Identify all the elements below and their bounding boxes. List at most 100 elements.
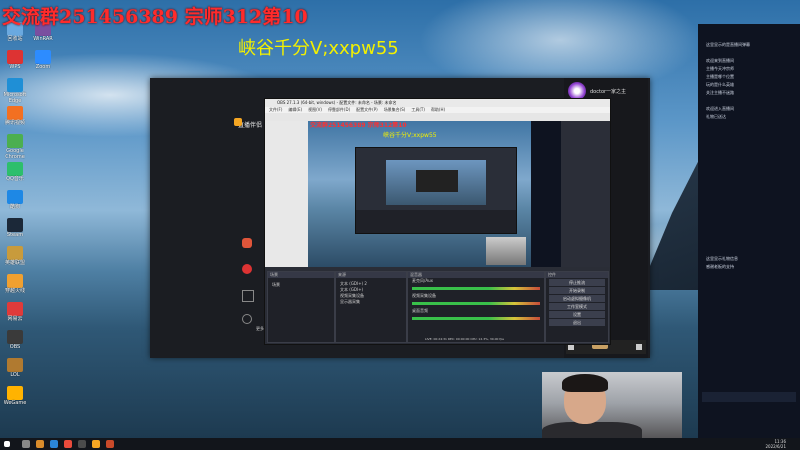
- panel-footer-bar: [702, 392, 796, 402]
- search-icon[interactable]: [242, 314, 252, 324]
- source-item[interactable]: 显示器采集: [340, 299, 360, 305]
- studio-mode-button[interactable]: 工作室模式: [549, 303, 605, 310]
- app-icon: [7, 302, 23, 316]
- app-icon: [7, 274, 23, 288]
- controls-dock-title: 控件: [546, 272, 608, 278]
- stop-stream-button[interactable]: 停止推流: [549, 279, 605, 286]
- preview-overlay-title: 交流群251456389 宗师312第10: [310, 122, 407, 129]
- desktop-icon-label: QQ音乐: [6, 176, 24, 182]
- more-label[interactable]: 更多: [256, 326, 264, 332]
- desktop-icon[interactable]: Zoom: [30, 50, 56, 86]
- app-icon: [7, 386, 23, 400]
- exit-button[interactable]: 退出: [549, 319, 605, 326]
- controls-dock[interactable]: 控件 停止推流 开始录制 启动虚拟摄像机 工作室模式 设置 退出: [545, 271, 609, 343]
- nested-chat-panel: [531, 121, 561, 267]
- edge-icon[interactable]: [50, 440, 58, 448]
- desktop-icon-label: Google Chrome: [5, 148, 25, 160]
- desktop-icon-label: 回收站: [7, 36, 23, 42]
- obs-menu-item[interactable]: 编辑(E): [288, 107, 302, 112]
- app-icon: [7, 330, 23, 344]
- obs-status-bar: LIVE: 00:24:31 REC: 00:00:00 CPU: 12.3%,…: [425, 337, 504, 341]
- mixer-meter[interactable]: [412, 302, 540, 305]
- virtual-camera-button[interactable]: 启动虚拟摄像机: [549, 295, 605, 302]
- app-icon[interactable]: [64, 440, 72, 448]
- gift-info-line: 这里显示礼物信息: [706, 256, 738, 261]
- mixer-meter[interactable]: [412, 317, 540, 320]
- danmaku-line: 主播今天冲宗师: [706, 66, 734, 71]
- obs-window[interactable]: OBS 27.1.3 (64-bit, windows) - 配置文件: 未命名…: [264, 98, 611, 345]
- obs-taskbar-icon[interactable]: [78, 440, 86, 448]
- desktop-icon-label: 穿越火线: [4, 288, 25, 294]
- danmaku-line: 主播是哪个位置: [706, 74, 734, 79]
- danmaku-panel[interactable]: 这里显示的是直播间弹幕 欢迎来到直播间 主播今天冲宗师 主播是哪个位置 玩的是什么英雄关…: [698, 24, 800, 438]
- mixer-dock[interactable]: 混音器 麦克风/Aux 视频采集设备 桌面音频: [407, 271, 545, 343]
- desktop-icon-label: WPS: [9, 64, 21, 70]
- record-icon[interactable]: [242, 264, 252, 274]
- stream-overlay-subtitle: 峡谷千分V;xxpw55: [238, 38, 399, 59]
- obs-menu-item[interactable]: 视图(V): [308, 107, 322, 112]
- webcam-person-hair: [562, 374, 608, 392]
- sources-dock[interactable]: 来源 文本 (GDI+) 2 文本 (GDI+) 视频采集设备 显示器采集: [335, 271, 407, 343]
- obs-titlebar: OBS 27.1.3 (64-bit, windows) - 配置文件: 未命名…: [265, 99, 610, 107]
- app-icon: [7, 218, 23, 232]
- obs-menu-item[interactable]: 工具(T): [411, 107, 425, 112]
- live-icon[interactable]: [242, 238, 252, 248]
- nested-webcam: [486, 237, 526, 265]
- app-icon: [7, 162, 23, 176]
- mixer-meter[interactable]: [412, 287, 540, 290]
- obs-menu-item[interactable]: 帮助(H): [431, 107, 445, 112]
- app-icon[interactable]: [106, 440, 114, 448]
- mixer-channel-label: 桌面音频: [412, 308, 428, 313]
- start-icon[interactable]: [4, 441, 10, 447]
- start-recording-button[interactable]: 开始录制: [549, 287, 605, 294]
- grid-icon[interactable]: [242, 290, 254, 302]
- obs-menu-item[interactable]: 场景集合(S): [384, 107, 406, 112]
- app-icon: [35, 50, 51, 64]
- scenes-dock-title: 场景: [268, 272, 334, 278]
- nested-preview: [355, 147, 517, 234]
- taskbar: 11:36 2022/6/21: [0, 438, 800, 450]
- system-clock[interactable]: 11:36 2022/6/21: [765, 439, 786, 449]
- obs-menu-item[interactable]: 文件(F): [269, 107, 282, 112]
- desktop-icon-label: WeGame: [3, 400, 27, 406]
- danmaku-line: 礼物已送达: [706, 114, 726, 119]
- mixer-channel-label: 视频采集设备: [412, 293, 436, 298]
- file-explorer-icon[interactable]: [36, 440, 44, 448]
- sources-dock-title: 来源: [336, 272, 406, 278]
- desktop-icon-label: LOL: [10, 372, 20, 378]
- app-icon: [7, 50, 23, 64]
- obs-menu-item[interactable]: 停靠部件(D): [328, 107, 350, 112]
- settings-button[interactable]: 设置: [549, 311, 605, 318]
- desktop-icon[interactable]: WeGame: [2, 386, 28, 422]
- nested-dock: [356, 210, 516, 233]
- nested-preview-inner: [416, 170, 458, 192]
- mixer-channel-label: 麦克风/Aux: [412, 278, 433, 283]
- clock-date: 2022/6/21: [765, 444, 786, 449]
- danmaku-line: 这里显示的是直播间弹幕: [706, 42, 750, 47]
- live-app-taskbar-icon[interactable]: [92, 440, 100, 448]
- obs-menu-item[interactable]: 配置文件(P): [356, 107, 378, 112]
- desktop-icon-label: Microsoft Edge: [3, 92, 27, 104]
- app-icon: [7, 106, 23, 120]
- desktop-icon-label: Zoom: [35, 64, 51, 70]
- host-name: doctor一家之主: [590, 89, 627, 95]
- search-icon[interactable]: [22, 440, 30, 448]
- scenes-dock[interactable]: 场景 场景: [267, 271, 335, 343]
- scene-item[interactable]: 场景: [272, 282, 280, 288]
- desktop-icon-label: OBS: [9, 344, 21, 350]
- stream-overlay-title: 交流群251456389 宗师312第10: [2, 6, 308, 28]
- nested-preview-screen: [386, 160, 486, 205]
- app-icon: [7, 78, 23, 92]
- camera-icon[interactable]: [636, 344, 642, 350]
- danmaku-line: 欢迎进入直播间: [706, 106, 734, 111]
- desktop-icon-label: WinRAR: [33, 36, 53, 42]
- danmaku-line: 玩的是什么英雄: [706, 82, 734, 87]
- app-icon: [7, 358, 23, 372]
- obs-preview[interactable]: 交流群251456389 宗师312第10 峡谷千分V;xxpw55: [308, 121, 561, 267]
- desktop-icon-label: 网易云: [7, 316, 23, 322]
- app-logo-icon: [234, 118, 242, 126]
- app-icon: [7, 134, 23, 148]
- gift-info-line: 感谢老板的支持: [706, 264, 734, 269]
- desktop-icon-label: 英雄联盟: [4, 260, 25, 266]
- obs-dock-area: 场景 场景 来源 文本 (GDI+) 2 文本 (GDI+) 视频采集设备 显示…: [265, 267, 610, 344]
